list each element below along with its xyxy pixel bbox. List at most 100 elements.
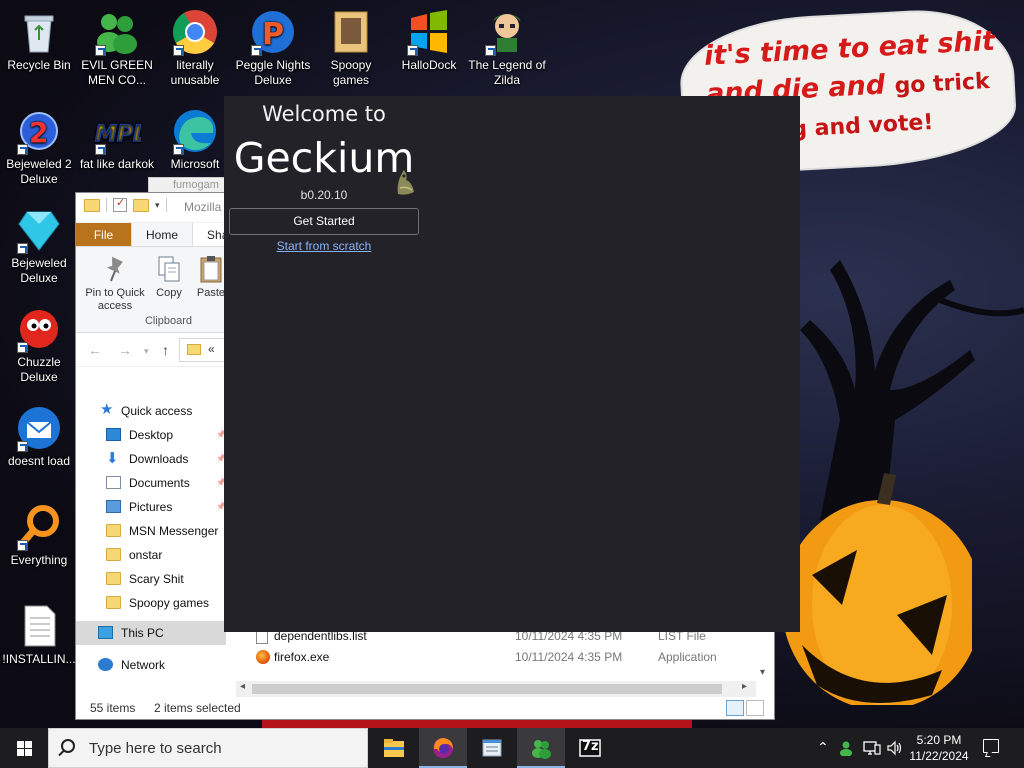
desktop-icon-everything[interactable]: Everything: [0, 503, 78, 568]
network-icon[interactable]: [860, 728, 884, 768]
taskbar-app-msn[interactable]: [517, 728, 565, 768]
geckium-welcome-window[interactable]: Welcome to Geckium b0.20.10 Get Started …: [224, 96, 800, 632]
up-arrow-icon[interactable]: ↑: [162, 342, 169, 358]
edge-icon: [171, 107, 219, 155]
search-placeholder: Type here to search: [89, 740, 222, 757]
scroll-left-icon[interactable]: ◂: [240, 681, 245, 692]
msn-tray-icon[interactable]: [836, 728, 856, 768]
desktop-icon-label: fat like darkok: [79, 157, 155, 171]
taskbar-app-notepad[interactable]: [468, 728, 516, 768]
taskbar-app-firefox[interactable]: [419, 728, 467, 768]
desktop-icon-bejeweled-2[interactable]: 2 Bejeweled 2 Deluxe: [0, 107, 78, 187]
desktop-icon-label: literally unusable: [170, 58, 220, 87]
shortcut-arrow-icon: [407, 45, 418, 56]
sidebar-item-network[interactable]: Network: [76, 653, 226, 677]
sidebar-item-pictures[interactable]: Pictures 📌: [76, 495, 226, 519]
sidebar-item-label: Documents: [129, 476, 190, 490]
pin-icon: [102, 255, 128, 283]
file-row[interactable]: firefox.exe 10/11/2024 4:35 PM Application: [244, 647, 774, 668]
msn-icon: [532, 740, 551, 759]
sidebar-item-this-pc[interactable]: This PC: [76, 621, 226, 645]
taskbar-clock[interactable]: 5:20 PM 11/22/2024: [906, 732, 972, 764]
sidebar-item-onstar[interactable]: onstar: [76, 543, 226, 567]
tab-file[interactable]: File: [76, 223, 131, 246]
desktop-icon-evil-green-men[interactable]: EVIL GREEN MEN CO...: [78, 8, 156, 88]
desktop-icon-label: Spoopy games: [330, 58, 372, 87]
shortcut-arrow-icon: [173, 45, 184, 56]
desktop-icon-recycle-bin[interactable]: Recycle Bin: [0, 8, 78, 73]
forward-arrow-icon[interactable]: →: [118, 342, 132, 358]
taskbar-app-7zip[interactable]: 7z: [566, 728, 614, 768]
file-date: 10/11/2024 4:35 PM: [515, 650, 623, 664]
7zip-label: 7z: [582, 739, 599, 754]
sidebar-item-quick-access[interactable]: ★ Quick access: [76, 399, 226, 423]
tab-home[interactable]: Home: [131, 223, 194, 246]
file-explorer-icon: [384, 739, 404, 757]
sidebar-item-label: onstar: [129, 548, 163, 562]
desktop-icon-hallodock[interactable]: HalloDock: [390, 8, 468, 73]
desktop-icon-bejeweled-deluxe[interactable]: Bejeweled Deluxe: [0, 206, 78, 286]
windows-start-icon: [17, 741, 32, 756]
scrollbar-thumb[interactable]: [252, 684, 722, 694]
new-folder-icon[interactable]: [133, 198, 149, 212]
desktop-icon-mpl[interactable]: MPL fat like darkok: [78, 107, 156, 172]
recent-locations-icon[interactable]: ▾: [144, 346, 149, 357]
taskbar-app-file-explorer[interactable]: [370, 728, 418, 768]
desktop-icon-spoopy-games[interactable]: Spoopy games: [312, 8, 390, 88]
sidebar-item-msn-messenger[interactable]: MSN Messenger: [76, 519, 226, 543]
firefox-icon: [433, 738, 453, 758]
desktop-icon-label: !INSTALLIN...: [2, 652, 76, 666]
sidebar-item-desktop[interactable]: Desktop 📌: [76, 423, 226, 447]
address-breadcrumb: «: [208, 342, 215, 356]
copy-button[interactable]: Copy: [152, 255, 186, 300]
customize-toolbar-icon[interactable]: ▾: [155, 200, 160, 211]
view-buttons: [726, 700, 764, 716]
back-arrow-icon[interactable]: ←: [88, 342, 102, 358]
desktop-icon-chuzzle[interactable]: Chuzzle Deluxe: [0, 305, 78, 385]
desktop-icon-label: Bejeweled Deluxe: [11, 256, 67, 285]
sidebar-item-label: Scary Shit: [129, 572, 184, 586]
volume-icon[interactable]: [884, 728, 904, 768]
sidebar-item-scary-shit[interactable]: Scary Shit: [76, 567, 226, 591]
sidebar-item-spoopy-games[interactable]: Spoopy games: [76, 591, 226, 615]
desktop-icon-thunderbird[interactable]: doesnt load: [0, 404, 78, 469]
notepad-icon: [482, 739, 502, 757]
desktop-icon-installing[interactable]: !INSTALLIN...: [0, 602, 78, 667]
desktop-icon-microsoft-edge[interactable]: Microsoft: [156, 107, 234, 172]
large-icons-view-icon[interactable]: [746, 700, 764, 716]
get-started-button[interactable]: Get Started: [229, 208, 419, 235]
shortcut-arrow-icon: [251, 45, 262, 56]
sidebar-item-label: This PC: [121, 626, 164, 640]
mpl-icon: MPL: [93, 107, 148, 155]
folder-icon[interactable]: [84, 198, 100, 212]
sidebar-item-label: Network: [121, 658, 166, 672]
sidebar-item-label: Pictures: [129, 500, 173, 514]
window-title: Mozilla: [184, 200, 222, 214]
desktop-icon-legend-of-zilda[interactable]: The Legend of Zilda: [468, 8, 546, 88]
scroll-down-icon[interactable]: ▾: [760, 667, 765, 678]
text-file-icon: [15, 602, 63, 650]
sidebar-item-label: Spoopy games: [129, 596, 210, 610]
firefox-icon: [256, 650, 270, 664]
desktop-icon-label: Bejeweled 2 Deluxe: [6, 157, 72, 186]
pin-to-quick-access-button[interactable]: Pin to Quick access: [82, 255, 148, 313]
desktop-icon-label: Everything: [10, 553, 68, 567]
scroll-right-icon[interactable]: ▸: [742, 681, 747, 692]
paste-button[interactable]: Paste: [194, 255, 228, 300]
properties-icon[interactable]: [113, 196, 127, 212]
shortcut-arrow-icon: [95, 144, 106, 155]
notification-center-icon[interactable]: [983, 739, 999, 753]
start-button[interactable]: [0, 728, 48, 768]
details-view-icon[interactable]: [726, 700, 744, 716]
sidebar-item-documents[interactable]: Documents 📌: [76, 471, 226, 495]
horizontal-scrollbar[interactable]: ◂ ▸: [236, 681, 756, 697]
taskbar-search-box[interactable]: Type here to search: [48, 728, 368, 768]
desktop-icon-peggle[interactable]: P Peggle Nights Deluxe: [234, 8, 312, 88]
start-from-scratch-link[interactable]: Start from scratch: [224, 239, 424, 253]
desktop-icon-label: EVIL GREEN MEN CO...: [81, 58, 153, 87]
shortcut-arrow-icon: [485, 45, 496, 56]
msn-people-icon: [93, 8, 141, 56]
desktop-icon-chrome[interactable]: literally unusable: [156, 8, 234, 88]
sidebar-item-downloads[interactable]: ⬇ Downloads 📌: [76, 447, 226, 471]
copy-icon: [156, 255, 182, 283]
